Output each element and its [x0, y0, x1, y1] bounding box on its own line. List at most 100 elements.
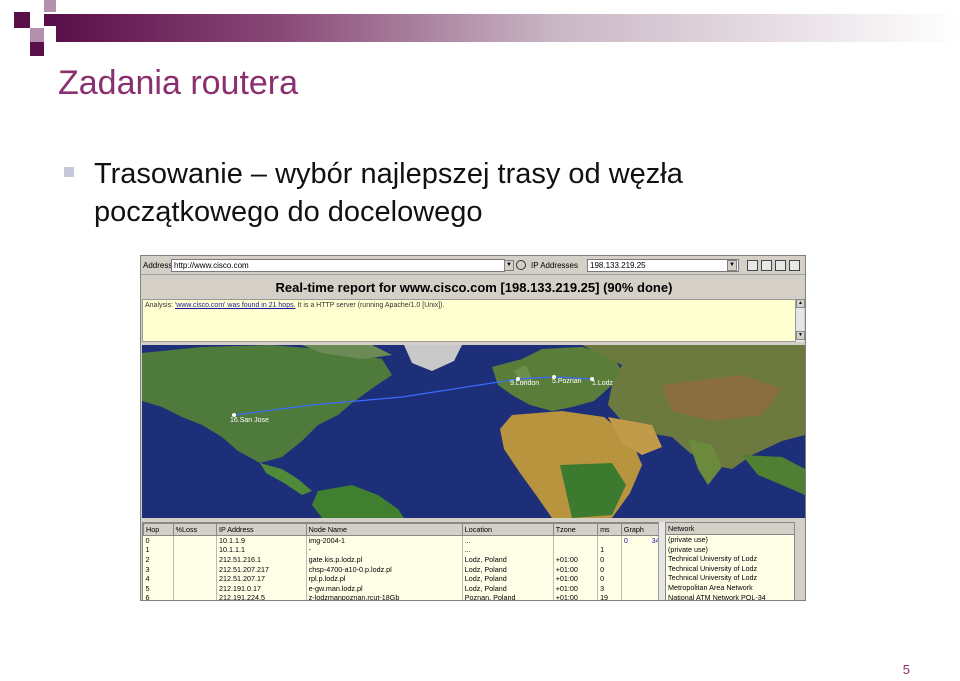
table-header-cell[interactable]: Node Name	[305, 523, 463, 536]
table-cell: ...	[462, 545, 554, 555]
decor-square	[44, 0, 56, 12]
address-dropdown-icon[interactable]: ▼	[504, 260, 514, 271]
network-row: (private use)	[668, 544, 708, 554]
scroll-down-icon[interactable]: ▼	[796, 331, 805, 340]
table-header-row: Hop %Loss IP Address Node Name Location Tzone…	[143, 523, 661, 536]
table-header-cell[interactable]: Graph	[620, 523, 661, 536]
table-cell: 212.191.224.5	[216, 593, 307, 600]
table-cell: chsp-4700-a10-0.p.lodz.pl	[306, 564, 463, 574]
analysis-scrollbar[interactable]: ▲ ▼	[795, 299, 805, 342]
table-cell: +01:00	[553, 583, 599, 594]
table-row[interactable]: 6 212.191.224.5 z-lodzmanpoznan.rcut-18Gb P…	[143, 593, 661, 600]
map-label-london: 9.London	[510, 380, 540, 387]
address-input[interactable]: http://www.cisco.com	[171, 259, 505, 272]
table-cell: 212.51.207.217	[216, 564, 307, 574]
address-toolbar: Address http://www.cisco.com ▼ IP Addres…	[141, 256, 805, 275]
table-cell: Lodz, Poland	[462, 564, 554, 574]
trace-table-body: 0 10.1.1.9 img-2004-1... 0 34 1 10.1.1.1-... 1 2…	[143, 535, 661, 600]
map-label-poznan: 5.Poznan	[552, 378, 582, 385]
table-cell: 4	[143, 573, 174, 584]
table-cell: img-2004-1	[306, 535, 463, 546]
table-header-cell[interactable]: IP Address	[216, 523, 307, 536]
bullet-text: Trasowanie – wybór najlepszej trasy od w…	[94, 158, 683, 228]
table-row[interactable]: 0 10.1.1.9 img-2004-1... 0 34	[143, 535, 661, 546]
table-cell: 2	[143, 554, 174, 565]
report-title: Real-time report for www.cisco.com [198.…	[275, 280, 673, 295]
table-cell: -	[306, 545, 463, 555]
table-cell: Lodz, Poland	[462, 573, 554, 584]
network-row: Technical University of Lodz	[668, 563, 758, 573]
address-label: Address	[143, 261, 173, 270]
copy-icon[interactable]	[775, 260, 786, 271]
slide: Zadania routera Trasowanie – wybór najle…	[0, 0, 960, 681]
scroll-up-icon[interactable]: ▲	[796, 299, 805, 308]
table-cell: 212.191.0.17	[216, 583, 307, 594]
table-cell: 3	[143, 564, 174, 574]
table-cell: ...	[462, 535, 554, 546]
table-header-cell[interactable]: ms	[597, 523, 622, 536]
map-label-san-jose: 16.San Jose	[230, 417, 269, 424]
table-cell: Lodz, Poland	[462, 554, 554, 565]
traceroute-screenshot: Address http://www.cisco.com ▼ IP Addres…	[140, 255, 806, 601]
table-cell	[621, 593, 661, 600]
table-cell: e-gw.man.lodz.pl	[306, 583, 463, 594]
analysis-text: It is a HTTP server (running Apache/1.0 …	[297, 302, 445, 309]
table-header-cell[interactable]: Tzone	[552, 523, 599, 536]
table-row[interactable]: 3 212.51.207.217 chsp-4700-a10-0.p.lodz.pl…	[143, 564, 661, 574]
table-cell	[173, 593, 218, 600]
table-cell: 0	[597, 564, 622, 574]
table-cell: +01:00	[553, 564, 599, 574]
table-row[interactable]: 5 212.191.0.17 e-gw.man.lodz.pl Lodz, Polan…	[143, 583, 661, 594]
table-cell: +01:00	[553, 554, 599, 565]
print-icon[interactable]	[761, 260, 772, 271]
table-header-cell[interactable]: %Loss	[172, 523, 218, 536]
network-row: Metropolitan Area Network	[668, 582, 753, 592]
go-icon[interactable]	[516, 260, 526, 270]
ip-input[interactable]: 198.133.219.25	[587, 259, 739, 272]
analysis-panel: Analysis: 'www.cisco.com' was found in 2…	[142, 299, 796, 342]
table-cell	[173, 583, 218, 594]
table-cell	[173, 554, 218, 565]
slide-title: Zadania routera	[58, 64, 299, 102]
ip-dropdown-icon[interactable]: ▼	[727, 260, 737, 271]
world-map[interactable]: 9.London 5.Poznan 1.Lodz 16.San Jose	[142, 345, 805, 518]
table-cell: 5	[143, 583, 174, 594]
table-row[interactable]: 4 212.51.207.17 rpl.p.lodz.pl Lodz, Poland +…	[143, 573, 661, 584]
document-icon[interactable]	[789, 260, 800, 271]
table-row[interactable]: 2 212.51.216.1 gate.kis.p.lodz.pl Lodz, Pol…	[143, 554, 661, 565]
table-cell	[173, 564, 218, 574]
table-cell	[621, 554, 661, 565]
table-cell	[553, 545, 599, 555]
ip-label: IP Addresses	[531, 261, 578, 270]
decor-square	[30, 42, 44, 56]
table-cell	[553, 535, 599, 546]
decor-square	[44, 14, 56, 26]
table-header-cell[interactable]: Hop	[143, 523, 174, 536]
table-row[interactable]: 1 10.1.1.1-... 1	[143, 545, 661, 555]
table-cell: Poznan, Poland	[462, 593, 554, 600]
analysis-link[interactable]: 'www.cisco.com' was found in 21 hops.	[175, 302, 296, 309]
network-rows: (private use) (private use) Technical Univ…	[666, 535, 794, 600]
map-label-lodz: 1.Lodz	[592, 380, 614, 387]
table-cell: 212.51.207.17	[216, 573, 307, 584]
save-icon[interactable]	[747, 260, 758, 271]
table-cell: z-lodzmanpoznan.rcut-18Gb	[306, 593, 463, 600]
table-cell: 0 34	[621, 535, 661, 546]
network-row: Technical University of Lodz	[668, 554, 758, 564]
table-cell	[173, 545, 218, 555]
trace-table: Hop %Loss IP Address Node Name Location Tzone…	[142, 522, 662, 600]
analysis-prefix: Analysis:	[145, 302, 174, 309]
table-cell: 1	[143, 545, 174, 555]
table-cell: 19	[597, 593, 622, 600]
bullet-square-icon	[64, 167, 74, 177]
table-cell	[597, 535, 622, 546]
table-cell: 0	[597, 554, 622, 565]
network-row: (private use)	[668, 535, 708, 544]
table-cell: gate.kis.p.lodz.pl	[306, 554, 463, 565]
table-cell: +01:00	[553, 573, 599, 584]
table-cell	[621, 564, 661, 574]
table-header-cell[interactable]: Location	[461, 523, 554, 536]
decor-square	[30, 28, 44, 42]
table-cell	[621, 573, 661, 584]
table-cell: 0	[597, 573, 622, 584]
